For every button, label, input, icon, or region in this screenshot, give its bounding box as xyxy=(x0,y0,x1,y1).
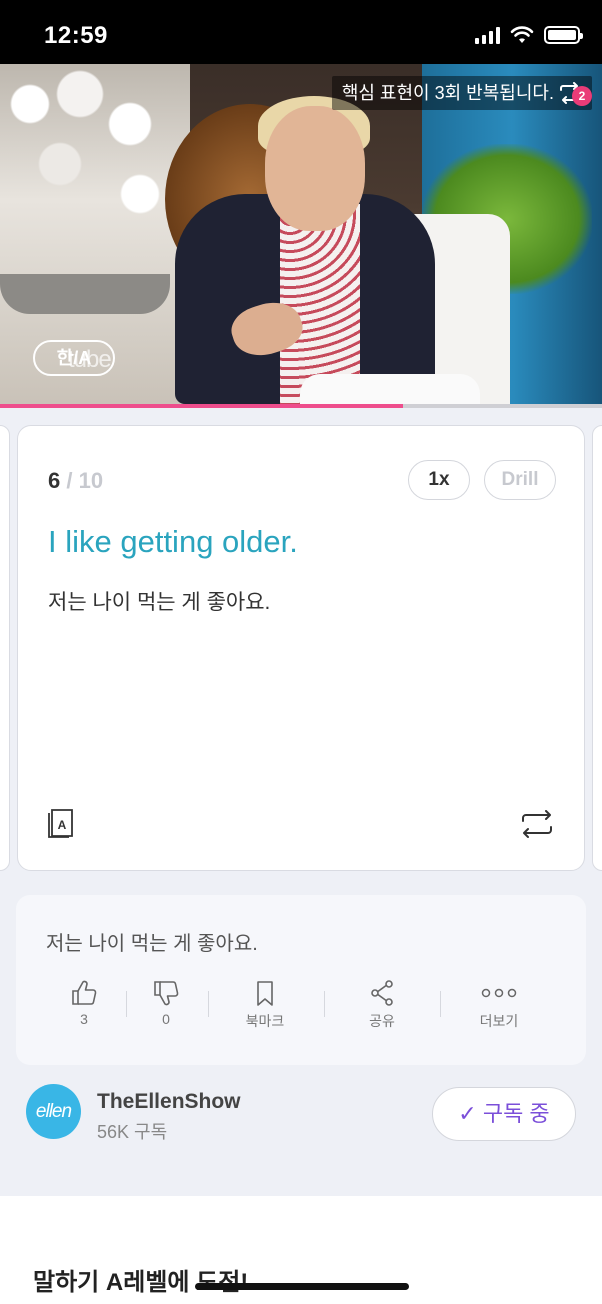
cellular-signal-icon xyxy=(475,26,500,44)
share-button[interactable]: 공유 xyxy=(342,979,422,1031)
speed-button[interactable]: 1x xyxy=(408,460,470,500)
home-indicator[interactable] xyxy=(195,1283,409,1290)
thumbs-down-icon xyxy=(154,981,179,1006)
sentence-korean: 저는 나이 먹는 게 좋아요. xyxy=(48,591,271,614)
next-card-peek[interactable] xyxy=(592,425,602,871)
more-icon xyxy=(481,988,517,998)
more-label: 더보기 xyxy=(479,1013,519,1029)
share-label: 공유 xyxy=(369,1013,395,1029)
dislike-button[interactable]: 0 xyxy=(126,979,206,1027)
bookmark-button[interactable]: 북마크 xyxy=(225,979,305,1031)
previous-card-peek[interactable] xyxy=(0,425,10,871)
channel-avatar[interactable]: ellen xyxy=(26,1084,81,1139)
sentence-english: I like getting older. xyxy=(48,524,298,559)
svg-text:A: A xyxy=(58,818,67,832)
like-button[interactable]: 3 xyxy=(44,979,124,1027)
counter-current: 6 xyxy=(48,468,61,493)
more-button[interactable]: 더보기 xyxy=(459,979,539,1031)
repeat-notice-text: 핵심 표현이 3회 반복됩니다. xyxy=(341,83,554,103)
channel-subscriber-count: 56K 구독 xyxy=(97,1122,168,1142)
sentence-info-panel: 저는 나이 먹는 게 좋아요. 3 0 북마크 공유 더보기 xyxy=(16,895,586,1065)
repeat-count-badge: 2 xyxy=(572,86,592,106)
counter-total: / 10 xyxy=(60,468,104,493)
status-time: 12:59 xyxy=(44,22,108,49)
sentence-card: 6 / 10 1x Drill I like getting older. 저는… xyxy=(17,425,585,871)
video-progress-fill xyxy=(0,404,404,408)
subscribed-button[interactable]: ✓ 구독 중 xyxy=(432,1087,576,1141)
info-sentence: 저는 나이 먹는 게 좋아요. xyxy=(46,933,258,955)
sentence-counter: 6 / 10 xyxy=(48,468,103,494)
share-icon xyxy=(371,980,393,1006)
repeat-notice-banner: 핵심 표현이 3회 반복됩니다. 2 xyxy=(331,76,592,110)
channel-name[interactable]: TheEllenShow xyxy=(97,1090,241,1114)
challenge-title: 말하기 A레벨에 도전! xyxy=(33,1269,249,1296)
language-toggle-button[interactable]: 한/A xyxy=(33,340,115,376)
status-bar: 12:59 xyxy=(0,0,602,64)
status-icons xyxy=(475,26,583,44)
bookmark-icon xyxy=(257,981,273,1006)
repeat-loop-icon[interactable] xyxy=(520,810,554,838)
wifi-icon xyxy=(510,26,534,43)
dictionary-icon[interactable]: A xyxy=(48,808,76,838)
like-count: 3 xyxy=(80,1011,88,1027)
thumbs-up-icon xyxy=(72,980,97,1005)
dislike-count: 0 xyxy=(162,1011,170,1027)
drill-button[interactable]: Drill xyxy=(484,460,556,500)
battery-icon xyxy=(544,26,583,44)
bookmark-label: 북마크 xyxy=(245,1013,285,1029)
video-progress-bar[interactable] xyxy=(0,404,602,408)
video-player[interactable]: 핵심 표현이 3회 반복됩니다. 2 tube 한/A xyxy=(0,64,602,404)
